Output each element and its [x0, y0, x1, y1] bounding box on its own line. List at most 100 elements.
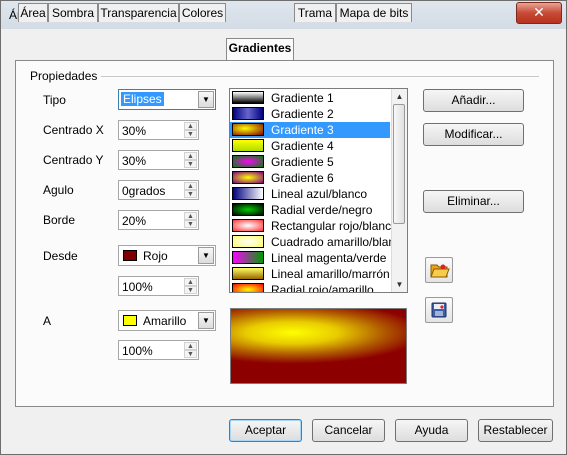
list-item[interactable]: Gradiente 3 — [230, 122, 390, 138]
desde-intensity-spinner[interactable]: 100% ▲ ▼ — [118, 276, 199, 296]
gradient-thumbnail — [232, 91, 264, 104]
borde-spinner[interactable]: 20% ▲ ▼ — [118, 210, 199, 230]
a-intensity-spinner[interactable]: 100% ▲ ▼ — [118, 340, 199, 360]
centrado-x-spinner[interactable]: 30% ▲ ▼ — [118, 120, 199, 140]
spin-down-icon[interactable]: ▼ — [184, 286, 197, 294]
reset-button-label: Restablecer — [483, 423, 548, 437]
list-item-label: Cuadrado amarillo/blanco — [271, 235, 408, 249]
list-item[interactable]: Gradiente 4 — [230, 138, 390, 154]
centrado-x-value: 30% — [122, 124, 147, 138]
centrado-x-label: Centrado X — [43, 123, 104, 137]
tab-transparencia[interactable]: Transparencia — [98, 3, 179, 22]
add-button[interactable]: Añadir... — [423, 89, 524, 112]
list-item-label: Gradiente 6 — [271, 171, 334, 185]
cancel-button-label: Cancelar — [324, 423, 373, 437]
scroll-up-icon[interactable]: ▲ — [392, 89, 407, 104]
help-button[interactable]: Ayuda — [395, 419, 468, 442]
cancel-button[interactable]: Cancelar — [312, 419, 385, 442]
spin-down-icon[interactable]: ▼ — [184, 220, 197, 228]
a-intensity-value: 100% — [122, 344, 153, 358]
spin-down-icon[interactable]: ▼ — [184, 190, 197, 198]
list-item[interactable]: Cuadrado amarillo/blanco — [230, 234, 407, 250]
chevron-down-icon[interactable]: ▼ — [198, 312, 214, 329]
gradient-thumbnail — [232, 251, 264, 264]
tipo-select[interactable]: Elipses ▼ — [118, 89, 216, 110]
list-item[interactable]: Radial rojo/amarillo — [230, 282, 390, 293]
list-item[interactable]: Gradiente 6 — [230, 170, 390, 186]
list-item-label: Radial verde/negro — [271, 203, 373, 217]
tab-label: Área — [20, 6, 46, 20]
delete-button[interactable]: Eliminar... — [423, 190, 524, 213]
desde-label: Desde — [43, 249, 78, 263]
gradient-list[interactable]: Gradiente 1 Gradiente 2 Gradiente 3 Grad… — [229, 88, 408, 293]
tab-label: Gradientes — [228, 41, 292, 55]
tab-label: Transparencia — [100, 6, 177, 20]
tab-sombra[interactable]: Sombra — [48, 3, 98, 22]
tab-gradientes[interactable]: Gradientes — [226, 38, 294, 60]
chevron-down-icon[interactable]: ▼ — [198, 247, 214, 264]
tab-label: Trama — [297, 6, 333, 20]
gradient-thumbnail — [232, 123, 264, 136]
spin-up-icon[interactable]: ▲ — [184, 122, 197, 130]
spin-down-icon[interactable]: ▼ — [184, 160, 197, 168]
list-item[interactable]: Gradiente 2 — [230, 106, 390, 122]
centrado-y-value: 30% — [122, 154, 147, 168]
save-gradients-button[interactable] — [425, 297, 453, 323]
list-item-label: Rectangular rojo/blanco — [271, 219, 398, 233]
spin-up-icon[interactable]: ▲ — [184, 212, 197, 220]
tab-area[interactable]: Área — [18, 3, 48, 22]
gradient-thumbnail — [232, 235, 264, 248]
list-item[interactable]: Lineal magenta/verde — [230, 250, 390, 266]
spin-down-icon[interactable]: ▼ — [184, 130, 197, 138]
scrollbar-thumb[interactable] — [393, 104, 405, 224]
chevron-down-icon[interactable]: ▼ — [198, 91, 214, 108]
list-item[interactable]: Lineal azul/blanco — [230, 186, 390, 202]
gradient-thumbnail — [232, 107, 264, 120]
borde-label: Borde — [43, 213, 76, 227]
ok-button[interactable]: Aceptar — [229, 419, 302, 442]
list-item[interactable]: Radial verde/negro — [230, 202, 390, 218]
list-item[interactable]: Rectangular rojo/blanco — [230, 218, 398, 234]
gradient-thumbnail — [232, 203, 264, 216]
spin-up-icon[interactable]: ▲ — [184, 182, 197, 190]
tab-mapa-de-bits[interactable]: Mapa de bits — [336, 3, 412, 22]
list-item[interactable]: Gradiente 1 — [230, 90, 390, 106]
list-item-label: Radial rojo/amarillo — [271, 283, 374, 293]
list-item[interactable]: Gradiente 5 — [230, 154, 390, 170]
desde-color-select[interactable]: Rojo ▼ — [118, 245, 216, 266]
borde-value: 20% — [122, 214, 147, 228]
list-item[interactable]: Lineal amarillo/marrón — [230, 266, 390, 282]
list-item-label: Lineal magenta/verde — [271, 251, 387, 265]
add-button-label: Añadir... — [451, 93, 496, 107]
ok-button-label: Aceptar — [244, 423, 287, 437]
list-item-label: Gradiente 2 — [271, 107, 334, 121]
close-button[interactable]: ✕ — [516, 2, 562, 24]
spin-up-icon[interactable]: ▲ — [184, 342, 197, 350]
load-gradients-button[interactable] — [425, 257, 453, 283]
desde-color-name: Rojo — [143, 249, 168, 263]
gradient-thumbnail — [232, 171, 264, 184]
list-item-label: Gradiente 4 — [271, 139, 334, 153]
section-divider — [101, 76, 539, 77]
scroll-down-icon[interactable]: ▼ — [392, 277, 407, 292]
angulo-value: 0grados — [122, 184, 166, 198]
a-color-select[interactable]: Amarillo ▼ — [118, 310, 216, 331]
list-item-label: Gradiente 3 — [271, 123, 334, 137]
tab-colores[interactable]: Colores — [179, 3, 226, 22]
tab-label: Sombra — [51, 6, 95, 20]
gradient-thumbnail — [232, 155, 264, 168]
spin-up-icon[interactable]: ▲ — [184, 278, 197, 286]
spin-down-icon[interactable]: ▼ — [184, 350, 197, 358]
gradient-thumbnail — [232, 187, 264, 200]
angulo-spinner[interactable]: 0grados ▲ ▼ — [118, 180, 199, 200]
a-color-name: Amarillo — [143, 314, 187, 328]
color-swatch — [123, 315, 137, 326]
gradient-thumbnail — [232, 283, 264, 292]
list-scrollbar[interactable]: ▲ ▼ — [391, 89, 407, 292]
spin-up-icon[interactable]: ▲ — [184, 152, 197, 160]
tab-trama[interactable]: Trama — [294, 3, 336, 22]
delete-button-label: Eliminar... — [447, 194, 500, 208]
modify-button[interactable]: Modificar... — [423, 123, 524, 146]
centrado-y-spinner[interactable]: 30% ▲ ▼ — [118, 150, 199, 170]
reset-button[interactable]: Restablecer — [478, 419, 553, 442]
